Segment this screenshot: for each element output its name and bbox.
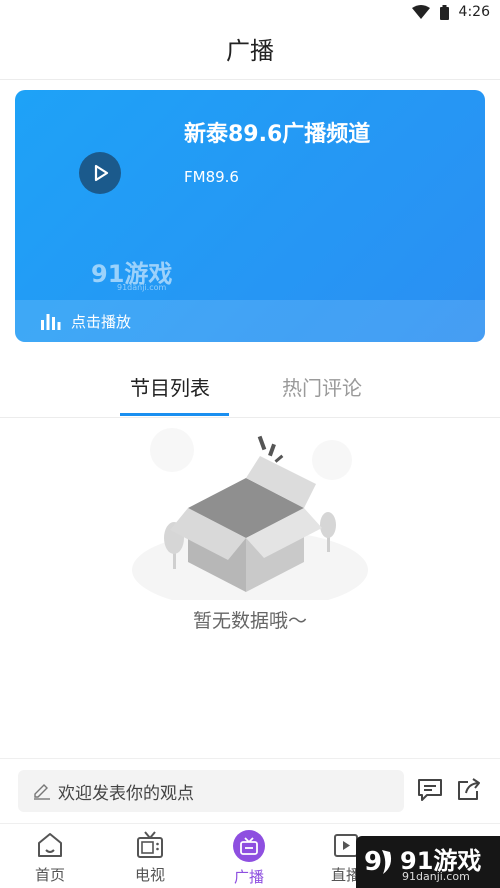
corner-watermark-site: 91danji.com xyxy=(402,870,470,883)
nav-radio[interactable]: 广播 xyxy=(219,830,279,887)
home-icon xyxy=(38,833,62,857)
empty-box-icon xyxy=(120,420,380,610)
app-screen: 4:26 广播 新泰89.6广播频道 FM89.6 91游戏 91danji.c… xyxy=(0,0,500,888)
corner-watermark: 9 91游戏 91danji.com xyxy=(356,836,500,888)
watermark-logo: 91游戏 91danji.com xyxy=(91,258,201,296)
tv-icon xyxy=(137,831,163,858)
audio-bars-icon xyxy=(41,314,61,330)
play-button[interactable] xyxy=(79,152,121,194)
click-to-play-label: 点击播放 xyxy=(71,312,132,331)
tab-program-list[interactable]: 节目列表 xyxy=(130,372,210,401)
battery-icon xyxy=(439,4,449,20)
nav-radio-label: 广播 xyxy=(233,868,264,886)
player-card: 新泰89.6广播频道 FM89.6 91游戏 91danji.com 点击播放 xyxy=(15,90,485,342)
status-time: 4:26 xyxy=(458,4,490,20)
page-title: 广播 xyxy=(226,37,274,65)
tab-hot-comments[interactable]: 热门评论 xyxy=(282,372,362,401)
nav-home-label: 首页 xyxy=(34,866,65,884)
svg-text:9: 9 xyxy=(364,847,382,877)
active-tab-indicator xyxy=(120,413,229,416)
wifi-icon xyxy=(411,5,430,19)
content-tabs: 节目列表 热门评论 xyxy=(0,362,500,418)
nav-tv[interactable]: 电视 xyxy=(120,830,180,885)
comment-bar: 欢迎发表你的观点 xyxy=(0,758,500,824)
svg-text:91danji.com: 91danji.com xyxy=(117,283,167,292)
comment-placeholder: 欢迎发表你的观点 xyxy=(58,783,194,804)
nav-home[interactable]: 首页 xyxy=(20,830,80,885)
chat-icon[interactable] xyxy=(417,778,443,806)
channel-title: 新泰89.6广播频道 xyxy=(184,122,371,147)
page-header: 广播 xyxy=(0,28,500,80)
share-icon[interactable] xyxy=(456,778,482,806)
comment-input[interactable]: 欢迎发表你的观点 xyxy=(18,770,404,812)
channel-frequency: FM89.6 xyxy=(184,168,239,186)
click-to-play-bar[interactable]: 点击播放 xyxy=(15,300,485,342)
brand-logo-icon: 9 xyxy=(364,847,392,877)
empty-state-message: 暂无数据哦～ xyxy=(192,610,307,632)
status-bar: 4:26 xyxy=(0,0,500,28)
radio-icon xyxy=(233,830,265,862)
play-icon xyxy=(94,164,109,182)
nav-tv-label: 电视 xyxy=(134,866,165,884)
pencil-icon xyxy=(34,784,50,800)
status-icons: 4:26 xyxy=(411,4,490,20)
